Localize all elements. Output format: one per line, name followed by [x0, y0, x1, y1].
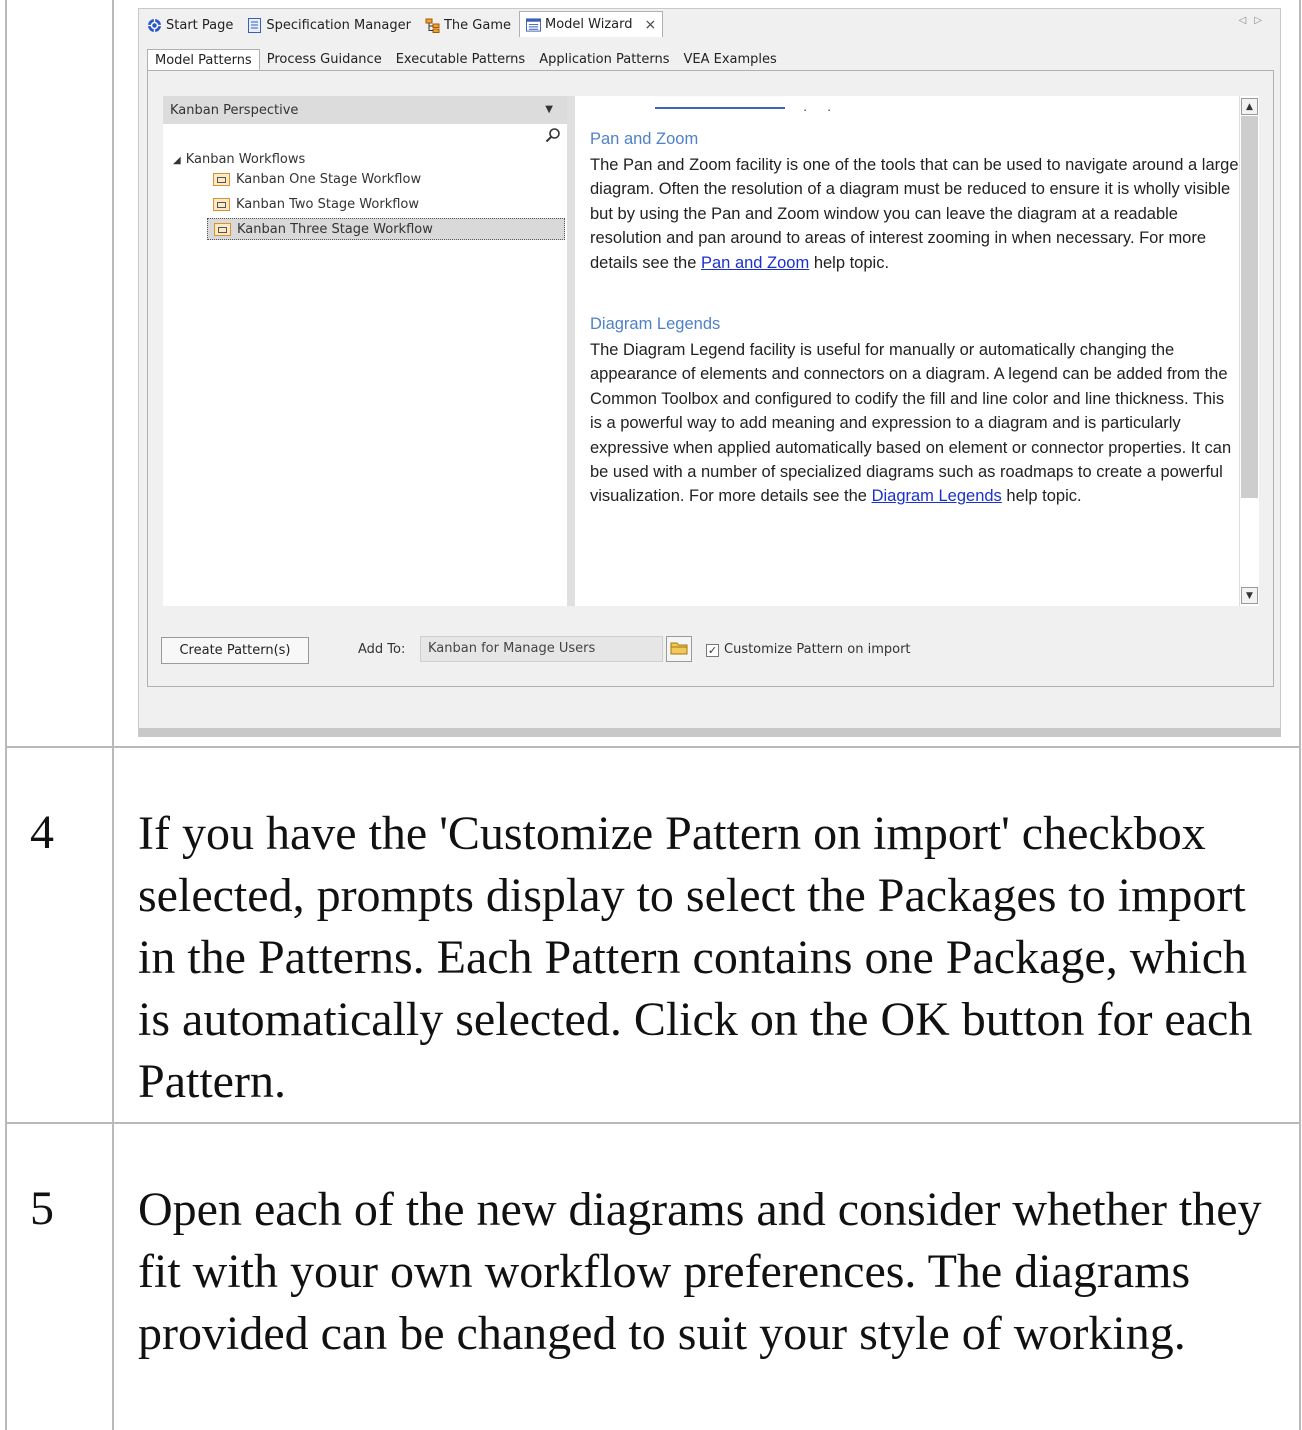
pattern-browser: Kanban Perspective ▼ ◢ Kanban Workflows K… — [163, 96, 567, 606]
tree-item[interactable]: Kanban Two Stage Workflow — [207, 193, 565, 215]
tab-scroll-arrows-icon[interactable]: ◁▷ — [1239, 15, 1270, 26]
tree-item-label: Kanban Two Stage Workflow — [236, 196, 419, 212]
folder-icon — [670, 640, 688, 659]
document-tab-bar: Start Page Specification Manager The Gam… — [139, 9, 1280, 37]
search-icon[interactable] — [545, 127, 561, 147]
model-wizard-icon — [525, 17, 541, 32]
start-page-icon — [147, 18, 162, 33]
help-scrollbar[interactable]: ▲ ▼ — [1239, 96, 1259, 606]
tree-group[interactable]: ◢ Kanban Workflows — [173, 152, 305, 167]
model-patterns-pane: Kanban Perspective ▼ ◢ Kanban Workflows K… — [147, 70, 1274, 687]
pattern-tab-bar: Model Patterns Process Guidance Executab… — [147, 49, 784, 74]
tab-label: Start Page — [166, 17, 234, 33]
hierarchy-icon — [425, 18, 440, 33]
tab-start-page[interactable]: Start Page — [141, 13, 239, 37]
scroll-up-icon[interactable]: ▲ — [1241, 98, 1258, 115]
customize-pattern-checkbox[interactable]: ✓ — [706, 644, 719, 657]
tab-process-guidance[interactable]: Process Guidance — [260, 49, 389, 71]
pan-and-zoom-link[interactable]: Pan and Zoom — [701, 254, 809, 272]
window-bottom-bar — [138, 728, 1281, 737]
diagram-legends-link[interactable]: Diagram Legends — [872, 487, 1002, 505]
help-section-body: The Pan and Zoom facility is one of the … — [590, 156, 1239, 272]
tab-model-wizard[interactable]: Model Wizard × — [518, 11, 664, 37]
tab-specification-manager[interactable]: Specification Manager — [241, 13, 417, 37]
tree-item[interactable]: Kanban One Stage Workflow — [207, 168, 565, 190]
close-icon[interactable]: × — [645, 17, 657, 33]
help-section-body: The Diagram Legend facility is useful fo… — [590, 341, 1232, 506]
clipped-link-fragment — [655, 107, 785, 109]
step-text: If you have the 'Customize Pattern on im… — [138, 807, 1253, 1108]
help-section-title: Diagram Legends — [590, 315, 721, 333]
tab-label: The Game — [443, 17, 511, 33]
perspective-dropdown[interactable]: Kanban Perspective ▼ — [163, 96, 567, 124]
package-icon — [213, 172, 230, 186]
create-patterns-button[interactable]: Create Pattern(s) — [161, 637, 309, 664]
scrollbar-thumb[interactable] — [1241, 116, 1258, 498]
customize-pattern-label: Customize Pattern on import — [724, 642, 911, 657]
tree-item-label: Kanban Three Stage Workflow — [237, 221, 433, 237]
browse-folder-button[interactable] — [666, 636, 692, 662]
tab-vea-examples[interactable]: VEA Examples — [677, 49, 784, 71]
specification-icon — [247, 17, 262, 33]
tab-label: Specification Manager — [266, 17, 411, 33]
table-row-divider — [5, 1122, 1301, 1124]
tree-group-label: Kanban Workflows — [185, 152, 306, 167]
table-left-border — [5, 0, 7, 1430]
step-number: 4 — [30, 806, 54, 859]
tree-item-selected[interactable]: Kanban Three Stage Workflow — [207, 218, 565, 240]
table-vertical-divider — [112, 0, 114, 1430]
help-panel: · · Pan and Zoom The Pan and Zoom facili… — [575, 96, 1239, 606]
add-to-field[interactable]: Kanban for Manage Users — [420, 636, 663, 662]
step-text: Open each of the new diagrams and consid… — [138, 1183, 1262, 1360]
tab-executable-patterns[interactable]: Executable Patterns — [389, 49, 533, 71]
table-right-border — [1299, 0, 1301, 1430]
tab-application-patterns[interactable]: Application Patterns — [532, 49, 676, 71]
package-icon — [214, 222, 231, 236]
scroll-down-icon[interactable]: ▼ — [1241, 587, 1258, 604]
perspective-value: Kanban Perspective — [170, 102, 299, 118]
pane-splitter[interactable] — [567, 96, 575, 606]
clipped-text-fragment: · · — [803, 102, 840, 117]
table-row-divider — [5, 746, 1301, 748]
chevron-down-icon: ▼ — [545, 104, 553, 115]
step-number: 5 — [30, 1182, 54, 1235]
expand-arrow-icon[interactable]: ◢ — [173, 155, 181, 166]
tab-label: Model Wizard — [544, 17, 633, 32]
tab-the-game[interactable]: The Game — [419, 13, 517, 37]
package-icon — [213, 197, 230, 211]
add-to-label: Add To: — [358, 642, 406, 657]
tree-item-label: Kanban One Stage Workflow — [236, 171, 422, 187]
model-wizard-window: Start Page Specification Manager The Gam… — [138, 8, 1281, 736]
help-section-title: Pan and Zoom — [590, 130, 699, 148]
